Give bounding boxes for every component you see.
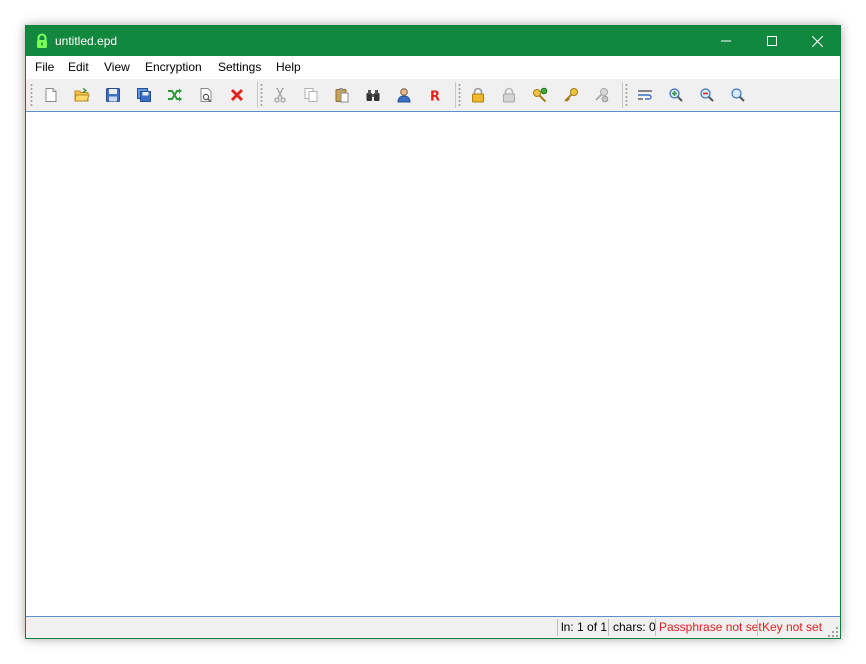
user-button[interactable]	[393, 84, 415, 106]
app-window: untitled.epd File Edit View Encryption S…	[25, 25, 841, 639]
zoom-in-button[interactable]	[665, 84, 687, 106]
word-wrap-button[interactable]	[634, 84, 656, 106]
generate-key-button[interactable]	[529, 84, 551, 106]
zoom-out-button[interactable]	[696, 84, 718, 106]
delete-icon	[230, 88, 244, 102]
minimize-button[interactable]	[703, 26, 749, 56]
copy-button[interactable]	[300, 84, 322, 106]
green-padlock-icon	[34, 33, 50, 49]
r-button[interactable]: R	[424, 84, 446, 106]
lock-disabled-icon	[503, 87, 515, 103]
key-button[interactable]	[560, 84, 582, 106]
zoom-reset-icon	[731, 88, 745, 102]
toolbar-grip[interactable]	[30, 83, 33, 107]
menu-file[interactable]: File	[35, 59, 54, 75]
maximize-icon	[767, 36, 777, 46]
status-separator	[557, 619, 558, 636]
open-button[interactable]	[71, 84, 93, 106]
shuffle-icon	[168, 88, 182, 102]
paste-button[interactable]	[331, 84, 353, 106]
save-as-button[interactable]	[133, 84, 155, 106]
status-separator	[757, 619, 758, 636]
menu-encryption[interactable]: Encryption	[145, 59, 202, 75]
toolbar-grip[interactable]	[458, 83, 461, 107]
menu-settings[interactable]: Settings	[218, 59, 261, 75]
minimize-icon	[721, 40, 731, 42]
zoom-in-icon	[669, 88, 683, 102]
r-icon: R	[430, 90, 440, 104]
encrypt-button[interactable]	[467, 84, 489, 106]
close-button[interactable]	[794, 26, 840, 56]
delete-button[interactable]	[226, 84, 248, 106]
key-status: Key not set	[762, 620, 823, 634]
char-count: chars: 0	[613, 620, 656, 634]
new-button[interactable]	[40, 84, 62, 106]
cut-button[interactable]	[269, 84, 291, 106]
decrypt-button[interactable]	[498, 84, 520, 106]
line-position: ln: 1 of 1	[561, 620, 608, 634]
passphrase-status: Passphrase not set	[659, 620, 762, 634]
toolbar: R	[26, 78, 840, 111]
toolbar-grip[interactable]	[260, 83, 263, 107]
lock-icon	[472, 87, 484, 103]
status-bar: ln: 1 of 1 chars: 0 Passphrase not set K…	[26, 617, 840, 638]
find-button[interactable]	[362, 84, 384, 106]
save-button[interactable]	[102, 84, 124, 106]
shuffle-button[interactable]	[164, 84, 186, 106]
menu-help[interactable]: Help	[276, 59, 301, 75]
key-icon	[564, 88, 578, 102]
paste-icon	[335, 88, 349, 103]
word-wrap-icon	[638, 90, 652, 100]
window-title: untitled.epd	[55, 34, 118, 48]
toolbar-grip[interactable]	[625, 83, 628, 107]
user-icon	[397, 88, 411, 103]
status-separator	[655, 619, 656, 636]
zoom-reset-button[interactable]	[727, 84, 749, 106]
maximize-button[interactable]	[749, 26, 795, 56]
resize-grip-icon[interactable]	[828, 626, 838, 637]
menu-bar: File Edit View Encryption Settings Help	[26, 56, 840, 78]
preview-icon	[200, 88, 212, 102]
save-icon	[106, 88, 120, 102]
key-add-icon	[533, 87, 548, 103]
toolbar-separator	[455, 82, 456, 108]
menu-view[interactable]: View	[104, 59, 130, 75]
status-separator	[608, 619, 609, 636]
close-icon	[811, 35, 823, 47]
toolbar-separator	[622, 82, 623, 108]
preview-button[interactable]	[195, 84, 217, 106]
text-editor[interactable]	[26, 111, 840, 617]
menu-edit[interactable]: Edit	[68, 59, 89, 75]
remove-key-button[interactable]	[591, 84, 613, 106]
binoculars-icon	[366, 90, 380, 101]
save-as-icon	[137, 88, 151, 102]
open-folder-icon	[74, 88, 90, 102]
key-disabled-icon	[595, 88, 609, 103]
new-document-icon	[45, 88, 57, 102]
zoom-out-icon	[700, 88, 714, 102]
svg-text:R: R	[430, 90, 440, 104]
title-bar[interactable]: untitled.epd	[26, 26, 840, 56]
cut-icon	[274, 87, 286, 103]
copy-icon	[304, 88, 318, 102]
toolbar-separator	[257, 82, 258, 108]
